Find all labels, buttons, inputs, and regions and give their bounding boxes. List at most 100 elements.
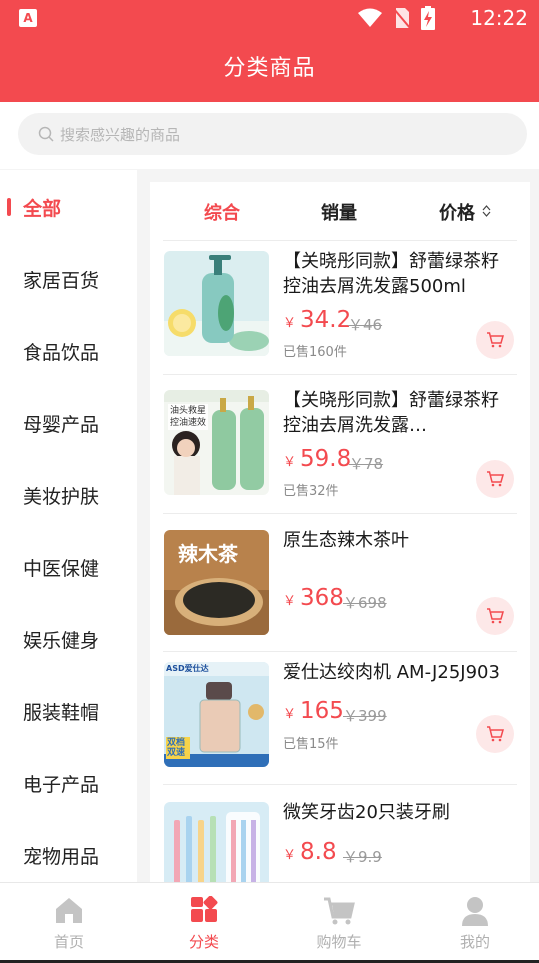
original-price: ￥78 xyxy=(349,455,384,473)
sort-arrows-icon xyxy=(482,205,491,217)
status-bar: A 12:22 xyxy=(0,0,539,36)
sold-count: 已售160件 xyxy=(283,345,347,360)
sidebar-item-label: 全部 xyxy=(23,198,62,220)
product-image xyxy=(164,802,269,882)
product-image-caption: ASD爱仕达 xyxy=(166,664,209,673)
currency-symbol: ￥ xyxy=(283,594,297,609)
product-item[interactable]: 微笑牙齿20只装牙刷 ￥ 8.8 ￥9.9 xyxy=(150,791,530,882)
sidebar-item-all[interactable]: 全部 xyxy=(0,170,137,242)
sidebar-item-baby[interactable]: 母婴产品 xyxy=(0,386,137,458)
header-bar: A 12:22 分类商品 xyxy=(0,0,539,102)
wifi-icon xyxy=(358,8,382,27)
add-to-cart-button[interactable] xyxy=(476,321,514,359)
product-image: ASD爱仕达 双档双速 xyxy=(164,662,269,767)
no-sim-icon xyxy=(393,8,411,29)
sold-count: 已售15件 xyxy=(283,737,339,752)
status-icons xyxy=(357,6,435,30)
battery-charging-icon xyxy=(421,6,435,30)
product-image-caption: 双档双速 xyxy=(166,737,190,759)
product-price: ￥ 59.8 xyxy=(283,446,351,472)
product-image: 辣木茶 xyxy=(164,530,269,635)
sidebar-item-food-drinks[interactable]: 食品饮品 xyxy=(0,314,137,386)
tab-cart[interactable]: 购物车 xyxy=(272,883,406,961)
sidebar-item-label: 家居百货 xyxy=(23,270,100,292)
original-price: ￥46 xyxy=(348,316,383,334)
sidebar-item-label: 娱乐健身 xyxy=(23,630,100,652)
divider xyxy=(163,374,517,375)
original-price: ￥9.9 xyxy=(343,848,382,866)
sidebar-item-label: 美妆护肤 xyxy=(23,486,100,508)
active-marker xyxy=(7,198,11,216)
tab-label: 分类 xyxy=(188,933,219,951)
home-icon xyxy=(56,898,82,923)
tab-home[interactable]: 首页 xyxy=(2,883,136,961)
sidebar-item-label: 母婴产品 xyxy=(23,414,100,436)
sidebar-item-electronics[interactable]: 电子产品 xyxy=(0,746,137,818)
search-input[interactable]: 搜索感兴趣的商品 xyxy=(18,113,527,155)
sidebar-item-label: 宠物用品 xyxy=(23,846,100,868)
status-time: 12:22 xyxy=(470,6,528,30)
bottom-tab-bar: 首页 分类 购物车 我的 xyxy=(0,882,539,963)
product-title: 原生态辣木茶叶 xyxy=(283,530,409,551)
product-panel: 综合 销量 价格 【关晓彤同款】舒蕾绿茶籽控油去屑洗发露500ml ￥ 34.2… xyxy=(150,182,530,882)
product-price: ￥ 165 xyxy=(283,698,344,724)
sidebar-item-label: 电子产品 xyxy=(23,774,100,796)
sort-bar: 综合 销量 价格 xyxy=(150,182,530,240)
product-image-caption: 油头救星 控油速效 xyxy=(168,404,209,430)
product-item[interactable]: 辣木茶 原生态辣木茶叶 ￥ 368 ￥698 xyxy=(150,519,530,653)
product-title: 微笑牙齿20只装牙刷 xyxy=(283,802,450,823)
tab-profile[interactable]: 我的 xyxy=(408,883,539,961)
product-title: 【关晓彤同款】舒蕾绿茶籽控油去屑洗发露… xyxy=(283,390,499,436)
currency-symbol: ￥ xyxy=(283,316,297,331)
cart-icon xyxy=(324,897,355,925)
product-item[interactable]: ASD爱仕达 双档双速 爱仕达绞肉机 AM-J25J903 ￥ 165 ￥399 … xyxy=(150,651,530,785)
add-to-cart-button[interactable] xyxy=(476,597,514,635)
search-section: 搜索感兴趣的商品 xyxy=(0,102,539,169)
price-value: 34.2 xyxy=(300,307,352,333)
sort-comprehensive[interactable]: 综合 xyxy=(204,199,240,225)
sidebar-item-home-goods[interactable]: 家居百货 xyxy=(0,242,137,314)
currency-symbol: ￥ xyxy=(283,455,297,470)
sidebar-item-label: 中医保健 xyxy=(23,558,100,580)
original-price: ￥399 xyxy=(343,707,387,725)
tab-label: 购物车 xyxy=(316,933,362,951)
caption-line: 控油速效 xyxy=(170,418,207,428)
cart-icon xyxy=(487,726,504,742)
tab-label: 首页 xyxy=(53,933,84,951)
product-item[interactable]: 油头救星 控油速效 【关晓彤同款】舒蕾绿茶籽控油去屑洗发露… ￥ 59.8 ￥78… xyxy=(150,379,530,513)
search-placeholder: 搜索感兴趣的商品 xyxy=(60,125,181,144)
add-to-cart-button[interactable] xyxy=(476,715,514,753)
currency-symbol: ￥ xyxy=(283,848,297,863)
divider xyxy=(163,513,517,514)
user-icon xyxy=(462,897,488,926)
price-value: 368 xyxy=(300,585,344,611)
search-icon xyxy=(38,126,54,142)
product-title: 【关晓彤同款】舒蕾绿茶籽控油去屑洗发露500ml xyxy=(283,251,499,297)
sort-sales[interactable]: 销量 xyxy=(321,199,357,225)
product-image xyxy=(164,251,269,356)
product-price: ￥ 368 xyxy=(283,585,344,611)
sidebar-item-label: 服装鞋帽 xyxy=(23,702,100,724)
cart-icon xyxy=(487,608,504,624)
original-price: ￥698 xyxy=(343,594,387,612)
product-image-caption: 辣木茶 xyxy=(178,542,238,566)
sidebar-item-health[interactable]: 中医保健 xyxy=(0,530,137,602)
tab-category[interactable]: 分类 xyxy=(137,883,271,961)
product-price: ￥ 34.2 xyxy=(283,307,351,333)
sidebar-item-fitness[interactable]: 娱乐健身 xyxy=(0,602,137,674)
product-item[interactable]: 【关晓彤同款】舒蕾绿茶籽控油去屑洗发露500ml ￥ 34.2 ￥46 已售160… xyxy=(150,240,530,374)
sidebar-item-beauty[interactable]: 美妆护肤 xyxy=(0,458,137,530)
sort-price[interactable]: 价格 xyxy=(439,199,475,225)
price-value: 59.8 xyxy=(300,446,352,472)
app-root: A 12:22 分类商品 搜索感兴趣的商品 全部 家居百货 食品饮品 母婴产品 … xyxy=(0,0,539,963)
category-icon xyxy=(191,896,218,922)
sidebar-item-pets[interactable]: 宠物用品 xyxy=(0,818,137,890)
app-notification-icon: A xyxy=(19,9,37,27)
sidebar-item-label: 食品饮品 xyxy=(23,342,100,364)
add-to-cart-button[interactable] xyxy=(476,460,514,498)
category-sidebar: 全部 家居百货 食品饮品 母婴产品 美妆护肤 中医保健 娱乐健身 服装鞋帽 电子… xyxy=(0,170,137,882)
sidebar-item-apparel[interactable]: 服装鞋帽 xyxy=(0,674,137,746)
price-value: 8.8 xyxy=(300,839,337,865)
caption-line: 油头救星 xyxy=(170,406,207,416)
currency-symbol: ￥ xyxy=(283,707,297,722)
